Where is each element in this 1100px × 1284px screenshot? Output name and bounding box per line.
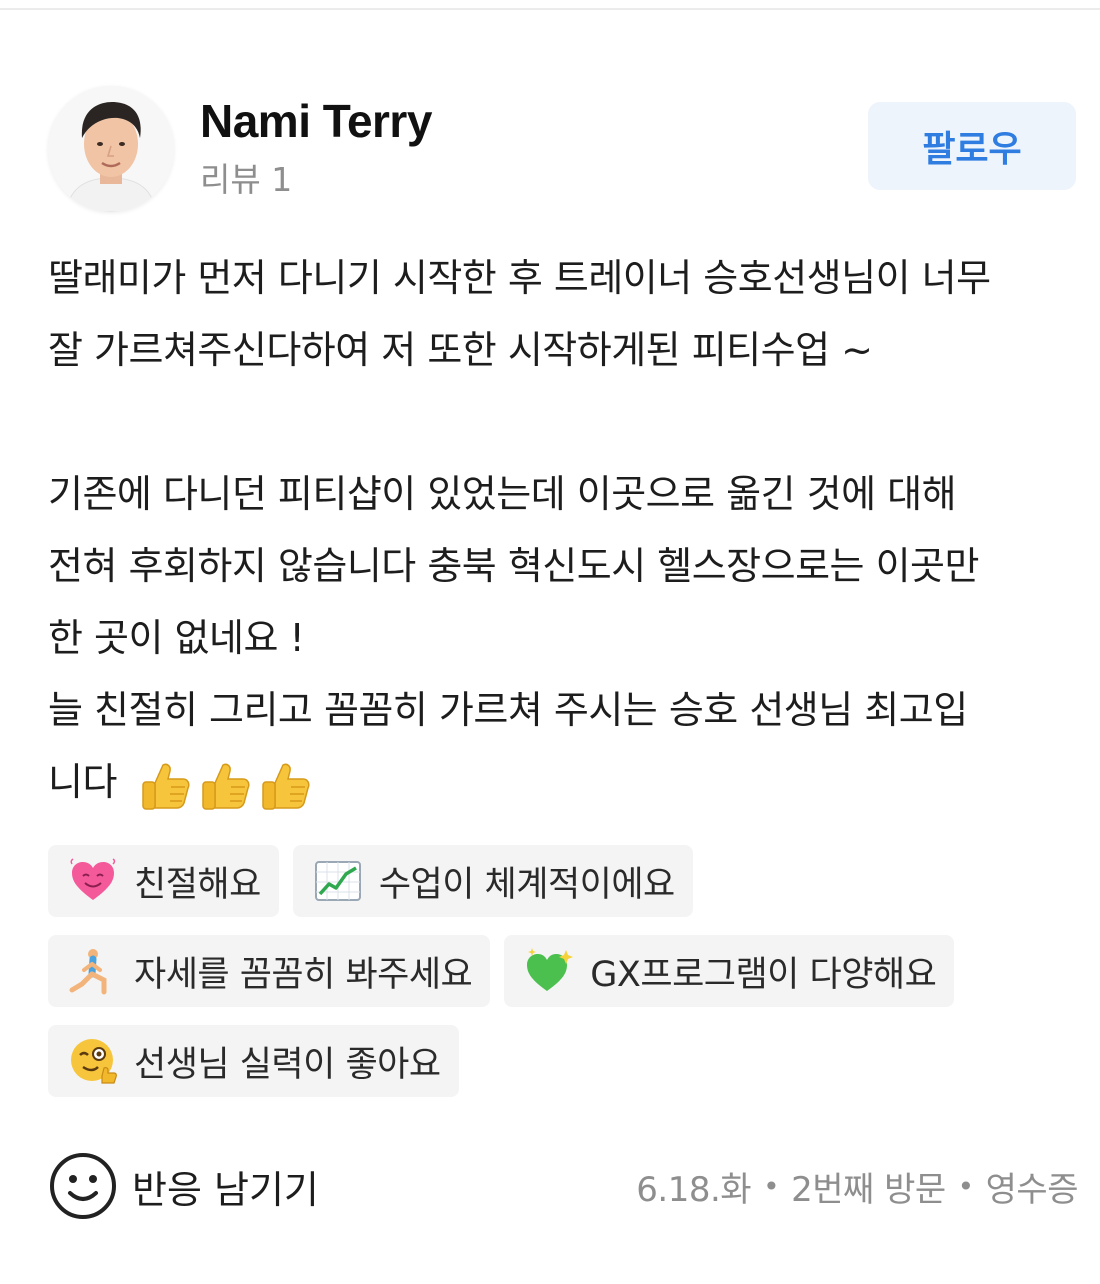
tag-label: 친절해요 [134, 864, 261, 905]
tag-trainer-skill[interactable]: 선생님 실력이 좋아요 [48, 1025, 459, 1097]
review-line: 늘 친절히 그리고 꼼꼼히 가르쳐 주시는 승호 선생님 최고입 [48, 688, 968, 732]
review-line-blank [48, 386, 1078, 458]
review-line: 딸래미가 먼저 다니기 시작한 후 트레이너 승호선생님이 너무 [48, 256, 991, 300]
visit-date: 6.18.화 [636, 1169, 752, 1210]
tag-posture-check[interactable]: 자세를 꼼꼼히 봐주세요 [48, 935, 491, 1007]
visit-count: 2번째 방문 [791, 1169, 946, 1210]
tag-gx-programs[interactable]: GX프로그램이 다양해요 [504, 935, 955, 1007]
review-line-text: 니다 [48, 760, 117, 804]
leave-reaction-label: 반응 남기기 [132, 1167, 319, 1212]
thumbs-up-group [137, 757, 317, 813]
thumbs-up-icon [141, 763, 190, 810]
meta-separator: • [957, 1169, 975, 1203]
avatar[interactable] [48, 86, 174, 212]
review-line: 한 곳이 없네요 ! [48, 616, 305, 660]
tag-label: 자세를 꼼꼼히 봐주세요 [134, 954, 473, 995]
follow-button[interactable]: 팔로우 [868, 102, 1076, 190]
tag-friendly[interactable]: 친절해요 [48, 845, 279, 917]
top-divider [0, 8, 1100, 10]
review-meta: 6.18.화 • 2번째 방문 • 영수증 [636, 1148, 1078, 1224]
verification-type[interactable]: 영수증 [986, 1162, 1079, 1211]
meta-separator: • [763, 1169, 780, 1203]
keyword-tags: 친절해요 수업이 체계적이에요 자세를 꼼꼼히 봐주세요 GX프로그램이 다양해… [48, 845, 1078, 1115]
thumbs-up-icon [261, 763, 310, 810]
chart-up-icon [314, 861, 361, 901]
author-name[interactable]: Nami Terry [200, 92, 432, 150]
review-footer: 반응 남기기 6.18.화 • 2번째 방문 • 영수증 [48, 1148, 1079, 1224]
review-line: 잘 가르쳐주신다하여 저 또한 시작하게된 피티수업 ~ [48, 328, 873, 372]
leave-reaction-button[interactable]: 반응 남기기 [48, 1148, 319, 1224]
wink-thumbs-icon [71, 1039, 117, 1084]
review-count: 리뷰 1 [200, 160, 293, 199]
review-line: 기존에 다니던 피티샵이 있었는데 이곳으로 옮긴 것에 대해 [48, 472, 957, 516]
avatar-portrait-icon [48, 86, 174, 212]
review-line: 전혀 후회하지 않습니다 충북 혁신도시 헬스장으로는 이곳만 [48, 544, 979, 588]
review-header: Nami Terry 리뷰 1 팔로우 [48, 86, 1078, 216]
smile-icon [50, 1153, 116, 1219]
tag-systematic-class[interactable]: 수업이 체계적이에요 [292, 845, 693, 917]
tag-label: 수업이 체계적이에요 [378, 864, 675, 905]
lunge-person-icon [69, 949, 107, 995]
sparkling-heart-icon [527, 948, 574, 991]
tag-row: 자세를 꼼꼼히 봐주세요 GX프로그램이 다양해요 [48, 935, 1078, 1007]
review-line-last: 니다 [48, 746, 1078, 818]
tag-row: 친절해요 수업이 체계적이에요 [48, 845, 1078, 917]
tag-row: 선생님 실력이 좋아요 [48, 1025, 1078, 1097]
heart-smile-icon [70, 858, 116, 900]
tag-label: GX프로그램이 다양해요 [590, 954, 937, 995]
tag-label: 선생님 실력이 좋아요 [134, 1044, 441, 1085]
review-body: 딸래미가 먼저 다니기 시작한 후 트레이너 승호선생님이 너무 잘 가르쳐주신… [48, 242, 1078, 818]
thumbs-up-icon [201, 763, 250, 810]
